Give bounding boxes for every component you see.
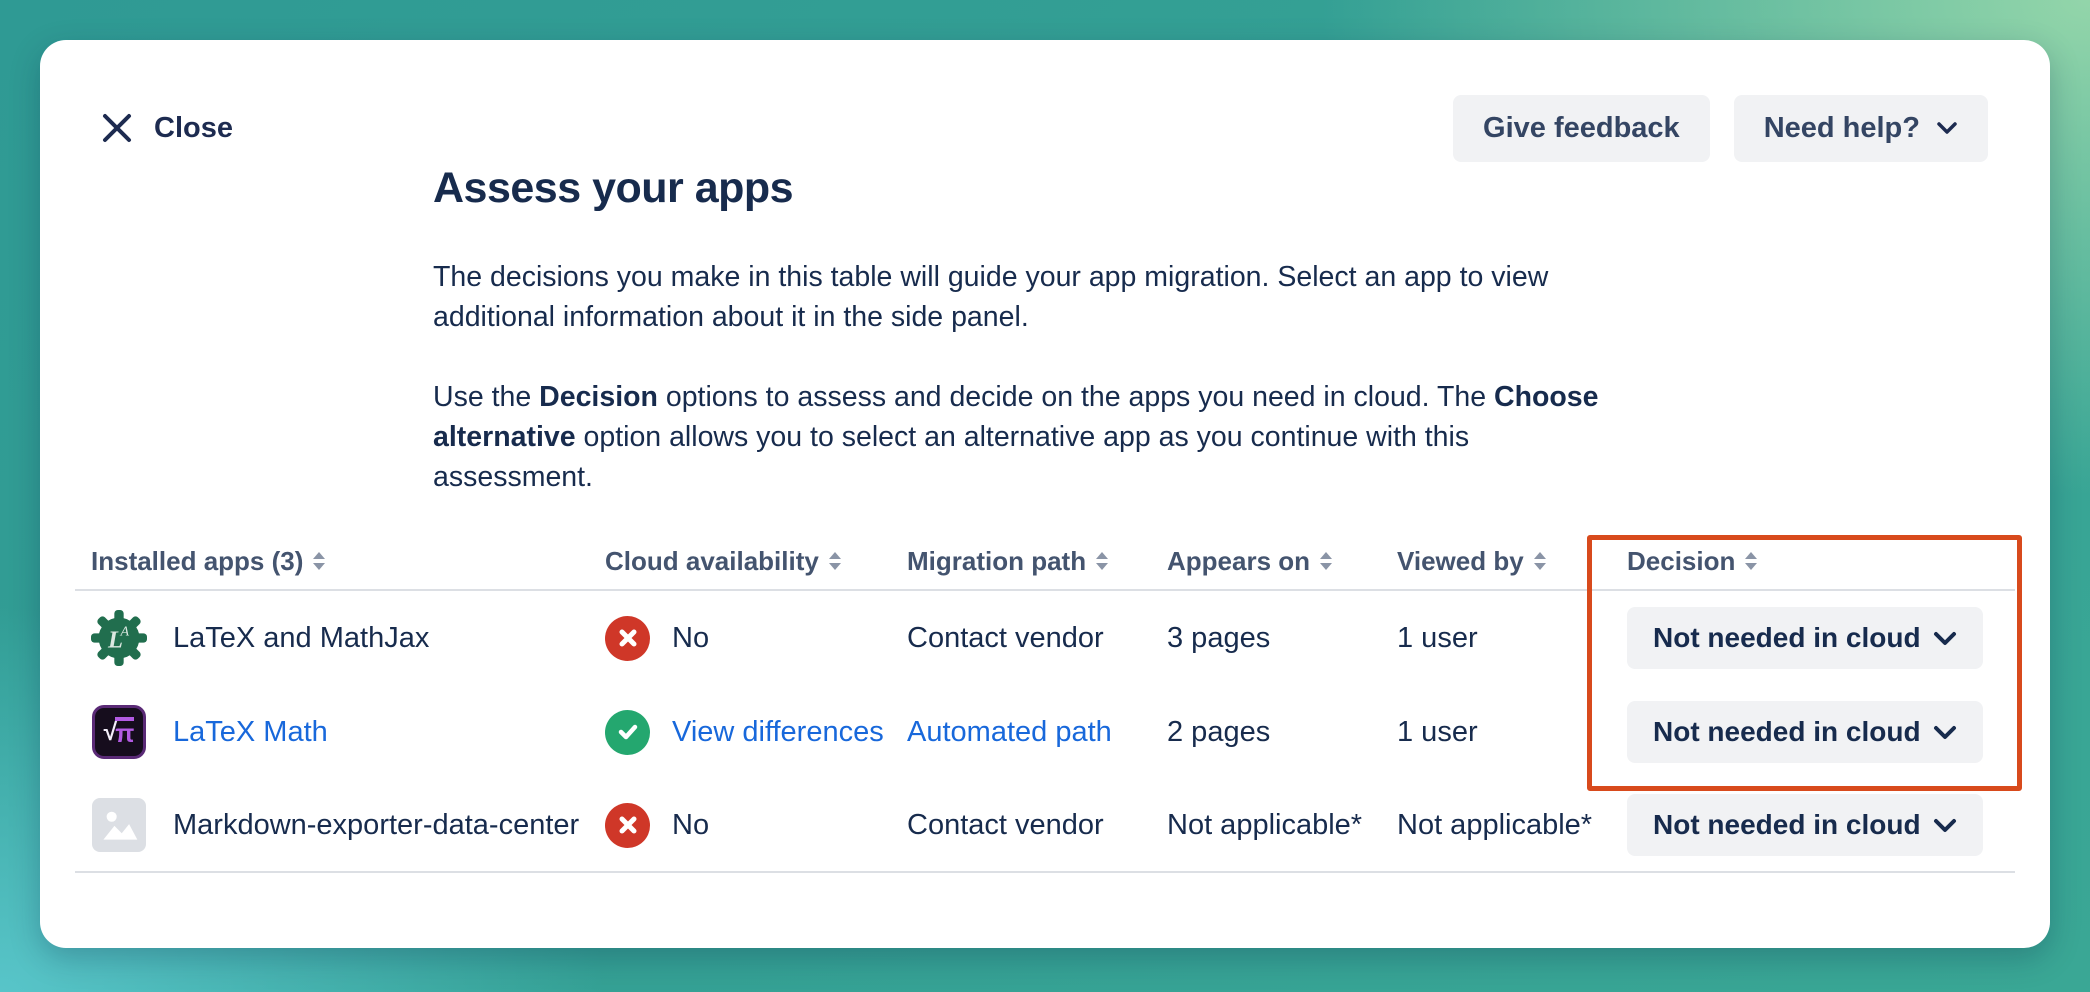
column-header-migration-path[interactable]: Migration path [907,546,1167,577]
decision-value: Not needed in cloud [1653,809,1921,841]
unavailable-cross-icon [605,803,650,848]
chevron-down-icon [1933,631,1957,646]
column-label: Cloud availability [605,546,819,577]
decision-dropdown[interactable]: Not needed in cloud [1627,701,1983,763]
sort-icon [313,552,325,570]
chevron-down-icon [1933,818,1957,833]
decision-paragraph: Use the Decision options to assess and d… [433,377,1618,497]
latex-mathjax-gear-icon: L A [91,610,147,666]
column-header-cloud-availability[interactable]: Cloud availability [605,546,907,577]
need-help-button[interactable]: Need help? [1734,95,1988,162]
cloud-availability-value: No [672,809,709,842]
topbar-actions: Give feedback Need help? [1453,95,1988,162]
column-label: Installed apps (3) [91,546,303,577]
chevron-down-icon [1933,725,1957,740]
installed-apps-table: Installed apps (3) Cloud availability Mi… [75,533,2015,873]
cloud-availability-value: No [672,622,709,655]
appears-on-value: Not applicable* [1167,809,1362,841]
need-help-label: Need help? [1764,112,1920,145]
column-header-appears-on[interactable]: Appears on [1167,546,1397,577]
migration-path-value: Contact vendor [907,622,1104,654]
available-check-icon [605,710,650,755]
table-row[interactable]: Markdown-exporter-data-center No Contact… [75,779,2015,873]
image-placeholder-icon [91,797,147,853]
column-header-decision[interactable]: Decision [1627,546,2015,577]
appears-on-value: 2 pages [1167,716,1270,748]
column-label: Appears on [1167,546,1310,577]
decision-value: Not needed in cloud [1653,622,1921,654]
modal-topbar: Close Give feedback Need help? [40,40,2050,162]
column-label: Migration path [907,546,1086,577]
table-row[interactable]: √π LaTeX Math View differences Automated… [75,685,2015,779]
assess-apps-modal: Close Give feedback Need help? Assess yo… [40,40,2050,948]
svg-text:A: A [120,625,130,640]
table-row[interactable]: L A LaTeX and MathJax No Contact vendor … [75,591,2015,685]
migration-path-link[interactable]: Automated path [907,716,1112,748]
close-label: Close [154,112,233,145]
table-header-row: Installed apps (3) Cloud availability Mi… [75,533,2015,591]
app-name-link[interactable]: LaTeX Math [173,716,328,749]
intro-paragraph: The decisions you make in this table wil… [433,257,1618,337]
sort-icon [829,552,841,570]
page-title: Assess your apps [433,164,1618,213]
app-name: Markdown-exporter-data-center [173,809,579,842]
migration-path-value: Contact vendor [907,809,1104,841]
close-icon [100,111,134,145]
decision-value: Not needed in cloud [1653,716,1921,748]
intro-section: Assess your apps The decisions you make … [433,164,1618,497]
column-label: Viewed by [1397,546,1524,577]
view-differences-link[interactable]: View differences [672,716,884,749]
decision-dropdown[interactable]: Not needed in cloud [1627,607,1983,669]
chevron-down-icon [1936,121,1958,135]
viewed-by-value: 1 user [1397,716,1478,748]
sort-icon [1745,552,1757,570]
give-feedback-button[interactable]: Give feedback [1453,95,1710,162]
column-header-installed-apps[interactable]: Installed apps (3) [75,546,605,577]
viewed-by-value: Not applicable* [1397,809,1592,841]
viewed-by-value: 1 user [1397,622,1478,654]
sort-icon [1320,552,1332,570]
decision-dropdown[interactable]: Not needed in cloud [1627,794,1983,856]
sort-icon [1096,552,1108,570]
column-label: Decision [1627,546,1735,577]
appears-on-value: 3 pages [1167,622,1270,654]
app-name: LaTeX and MathJax [173,622,429,655]
close-button[interactable]: Close [100,111,233,145]
sort-icon [1534,552,1546,570]
latex-math-icon: √π [91,704,147,760]
unavailable-cross-icon [605,616,650,661]
column-header-viewed-by[interactable]: Viewed by [1397,546,1627,577]
give-feedback-label: Give feedback [1483,112,1680,145]
